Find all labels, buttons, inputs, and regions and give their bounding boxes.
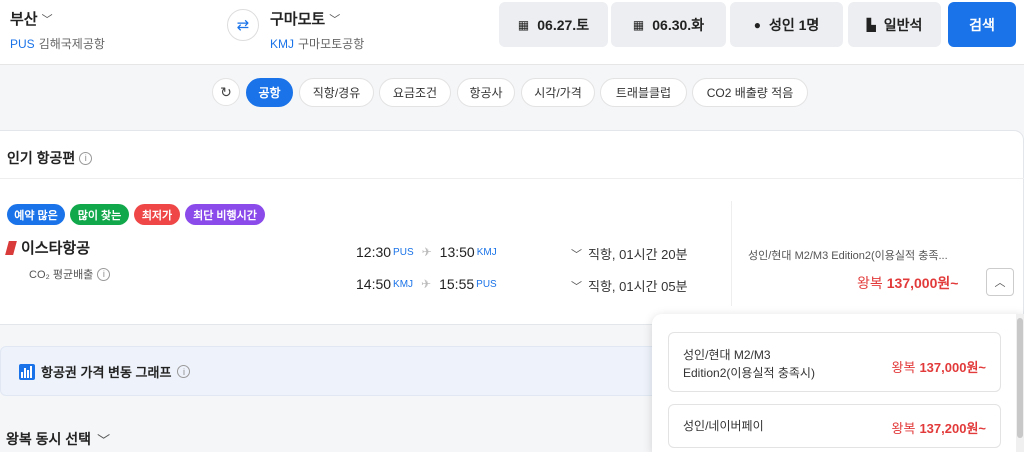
calendar-icon: ▦ <box>632 17 645 32</box>
scrollbar-thumb[interactable] <box>1017 318 1023 438</box>
arr-time: 13:50 <box>439 244 475 260</box>
origin-airport: 김해국제공항 <box>38 37 105 51</box>
return-date-button[interactable]: ▦ 06.30.화 <box>611 2 726 47</box>
fare-option-desc: 성인/현대 M2/M3 <box>683 348 771 362</box>
return-date: 06.30.화 <box>652 16 705 33</box>
airline-label: 이스타항공 <box>21 240 91 257</box>
swap-icon[interactable]: ⇄ <box>227 9 259 41</box>
price-graph-banner[interactable]: 항공권 가격 변동 그래프 i <box>0 346 670 396</box>
fare-option-price: 137,000원~ <box>919 360 986 375</box>
fare-price[interactable]: 왕복 137,000원~ <box>857 273 958 293</box>
outbound-leg: 12:30 PUS ✈ 13:50 KMJ <box>356 244 497 260</box>
fare-option-price: 137,200원~ <box>919 421 986 436</box>
badge-most-searched: 많이 찾는 <box>70 204 129 225</box>
info-icon[interactable]: i <box>177 365 191 378</box>
fare-option-prefix: 왕복 <box>891 421 916 436</box>
fare-option-desc: Edition2(이용실적 충족시) <box>683 366 815 380</box>
graph-title: 항공권 가격 변동 그래프 i <box>19 362 191 381</box>
seat-icon: ▙ <box>866 17 876 32</box>
filter-chip-airline[interactable]: 항공사 <box>457 78 515 107</box>
chevron-up-icon: ︿ <box>994 277 1006 289</box>
arr-time: 15:55 <box>439 276 475 292</box>
fare-option[interactable]: 성인/현대 M2/M3 Edition2(이용실적 충족시) 왕복 137,00… <box>668 332 1001 392</box>
airplane-icon: ✈ <box>421 245 432 259</box>
passenger-button[interactable]: ● 성인 1명 <box>730 2 843 47</box>
chevron-down-icon: ﹀ <box>329 13 341 26</box>
calendar-icon: ▦ <box>517 17 530 32</box>
origin-city: 부산 <box>10 11 38 28</box>
filter-chip-direct[interactable]: 직항/경유 <box>299 78 374 107</box>
filter-chip-travelclub[interactable]: 트래블클럽 <box>600 78 687 107</box>
search-button[interactable]: 검색 <box>948 2 1016 47</box>
fare-option[interactable]: 성인/네이버페이 왕복 137,200원~ <box>668 404 1001 448</box>
divider <box>731 201 732 306</box>
co2-info: CO₂ 평균배출 i <box>29 266 111 282</box>
search-header: 부산 ﹀ PUS 김해국제공항 ⇄ 구마모토 ﹀ KMJ 구마모토공항 ▦ 06.27.… <box>0 0 1024 64</box>
destination-airport: 구마모토공항 <box>298 37 365 51</box>
dep-time: 12:30 <box>356 244 392 260</box>
info-icon[interactable]: i <box>97 267 111 281</box>
collapse-button[interactable]: ︿ <box>986 268 1014 296</box>
graph-title-label: 항공권 가격 변동 그래프 <box>41 365 172 380</box>
chevron-down-icon: ﹀ <box>571 280 582 293</box>
origin-selector[interactable]: 부산 ﹀ PUS 김해국제공항 <box>10 8 105 52</box>
chevron-down-icon: ﹀ <box>41 13 53 26</box>
return-leg: 14:50 KMJ ✈ 15:55 PUS <box>356 276 497 292</box>
filter-chip-airport[interactable]: 공항 <box>246 78 293 107</box>
fare-description: 성인/현대 M2/M3 Edition2(이용실적 충족... <box>748 250 948 262</box>
arr-airport: KMJ <box>476 246 497 258</box>
destination-iata: KMJ <box>270 37 294 51</box>
cabin-label: 일반석 <box>883 16 923 33</box>
filter-chip-time-price[interactable]: 시각/가격 <box>521 78 595 107</box>
co2-label: CO₂ 평균배출 <box>29 269 94 281</box>
cabin-button[interactable]: ▙ 일반석 <box>848 2 941 47</box>
fare-prefix: 왕복 <box>857 275 883 291</box>
airline-logo-icon <box>5 240 17 255</box>
passenger-label: 성인 1명 <box>768 16 820 33</box>
chevron-down-icon: ﹀ <box>571 248 582 261</box>
outbound-duration[interactable]: ﹀ 직항, 01시간 20분 <box>571 244 688 263</box>
dep-airport: KMJ <box>393 278 414 290</box>
fare-options-popover: 성인/현대 M2/M3 Edition2(이용실적 충족시) 왕복 137,00… <box>652 314 1024 452</box>
dep-airport: PUS <box>393 246 414 258</box>
duration-label: 직항, 01시간 05분 <box>588 279 688 294</box>
filter-chip-co2[interactable]: CO2 배출량 적음 <box>692 78 808 107</box>
arr-airport: PUS <box>476 278 497 290</box>
return-duration[interactable]: ﹀ 직항, 01시간 05분 <box>571 276 688 295</box>
refresh-icon[interactable]: ↻ <box>212 78 240 106</box>
depart-date-button[interactable]: ▦ 06.27.토 <box>499 2 608 47</box>
popular-title: 인기 항공편 <box>7 150 76 166</box>
divider <box>0 178 1024 179</box>
fare-option-prefix: 왕복 <box>891 360 916 375</box>
duration-label: 직항, 01시간 20분 <box>588 247 688 262</box>
airline-name: 이스타항공 <box>5 237 91 258</box>
roundtrip-title: 왕복 동시 선택 <box>6 431 92 447</box>
section-title: 인기 항공편 i <box>7 148 93 168</box>
fare-option-desc: 성인/네이버페이 <box>683 419 764 433</box>
airplane-icon: ✈ <box>421 277 432 291</box>
popover-scrollbar[interactable] <box>1016 314 1024 452</box>
person-icon: ● <box>753 17 761 32</box>
dep-time: 14:50 <box>356 276 392 292</box>
fare-amount: 137,000원~ <box>886 275 959 291</box>
badge-lowest-price: 최저가 <box>134 204 180 225</box>
badge-most-booked: 예약 많은 <box>7 204 65 225</box>
origin-iata: PUS <box>10 37 35 51</box>
destination-city: 구마모토 <box>270 11 326 28</box>
popular-flight-card: 인기 항공편 i 예약 많은 많이 찾는 최저가 최단 비행시간 이스타항공 C… <box>0 130 1024 325</box>
destination-selector[interactable]: 구마모토 ﹀ KMJ 구마모토공항 <box>270 8 364 52</box>
roundtrip-select[interactable]: 왕복 동시 선택 ﹀ <box>6 429 110 449</box>
depart-date: 06.27.토 <box>537 16 590 33</box>
chevron-down-icon: ﹀ <box>97 432 111 448</box>
bar-chart-icon <box>19 363 35 380</box>
badge-shortest-time: 최단 비행시간 <box>185 204 265 225</box>
filter-chip-fare[interactable]: 요금조건 <box>379 78 451 107</box>
info-icon[interactable]: i <box>79 151 93 165</box>
filter-bar: ↻ 공항 직항/경유 요금조건 항공사 시각/가격 트래블클럽 CO2 배출량 … <box>0 64 1024 130</box>
